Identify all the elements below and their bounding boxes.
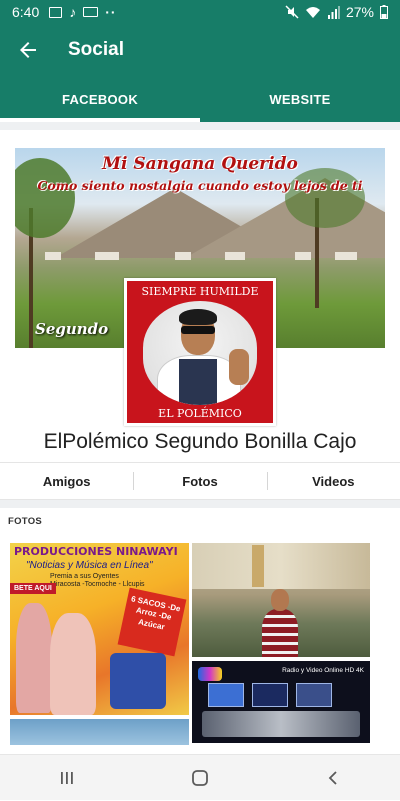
section-fotos[interactable]: Fotos (133, 471, 266, 490)
profile-picture-bottom-text: EL POLÉMICO (158, 407, 242, 420)
profile-picture-top-text: SIEMPRE HUMILDE (141, 285, 259, 298)
system-icons: 27% (285, 4, 388, 20)
profile-portrait (143, 301, 257, 405)
chevron-back-icon (329, 770, 337, 785)
wifi-icon (305, 6, 320, 18)
image-icon (49, 6, 63, 18)
system-navigation-bar (0, 754, 400, 800)
tab-website[interactable]: WEBSITE (200, 76, 400, 122)
photo-title-text: PRODUCCIONES NINAWAYI (14, 545, 178, 558)
studio-desk (202, 711, 360, 737)
person-figure (16, 603, 52, 713)
signal-icon (327, 5, 340, 19)
page-title: Social (68, 39, 124, 60)
person-figure (262, 589, 298, 657)
photo-tag-text: BETE AQUI (10, 583, 56, 594)
section-amigos[interactable]: Amigos (0, 474, 133, 489)
tree (285, 168, 365, 228)
photo-line-text: Premia a sus Oyentes (50, 573, 119, 580)
status-time: 6:40 (12, 4, 40, 20)
logo-icon (198, 667, 222, 681)
home-icon (192, 769, 208, 786)
photo-thumbnail[interactable] (192, 543, 370, 657)
battery-percent: 27% (345, 4, 374, 20)
back-button[interactable] (0, 24, 56, 76)
battery-icon (380, 5, 388, 19)
overflow-dots-icon: ·· (105, 4, 117, 20)
music-icon: ♪ (69, 4, 77, 20)
profile-sections: Amigos Fotos Videos (0, 462, 400, 500)
webview-content[interactable]: Mi Sangana Querido Como siento nostalgia… (0, 122, 400, 754)
profile-picture[interactable]: SIEMPRE HUMILDE EL POLÉMICO (124, 278, 276, 426)
photo-subtitle-text: "Noticias y Música en Línea" (26, 560, 153, 571)
photo-thumbnail[interactable] (10, 719, 189, 745)
back-nav-button[interactable] (293, 755, 373, 801)
photos-section: FOTOS PRODUCCIONES NINAWAYI "Noticias y … (0, 508, 400, 754)
mute-icon (285, 5, 299, 19)
home-button[interactable] (160, 755, 240, 801)
app-bar: Social (0, 24, 400, 76)
photo-thumbnail[interactable]: PRODUCCIONES NINAWAYI "Noticias y Música… (10, 543, 189, 715)
profile-card: Mi Sangana Querido Como siento nostalgia… (0, 122, 400, 462)
section-label-photos: FOTOS (8, 516, 43, 527)
photo-thumbnail[interactable]: Radio y Video Online HD 4K (192, 661, 370, 743)
photo-label-text: Radio y Video Online HD 4K (282, 667, 364, 674)
cover-subtitle: Como siento nostalgia cuando estoy lejos… (37, 178, 363, 193)
tab-facebook[interactable]: FACEBOOK (0, 76, 200, 122)
cover-badge-text: Segundo (35, 320, 109, 338)
status-bar: 6:40 ♪ ·· 27% (0, 0, 400, 24)
recent-apps-button[interactable] (27, 755, 107, 801)
photo-grid: PRODUCCIONES NINAWAYI "Noticias y Música… (0, 543, 400, 754)
village (35, 252, 375, 266)
recent-apps-icon (60, 771, 73, 784)
person-figure (50, 613, 96, 715)
notification-icons: ♪ ·· (49, 4, 116, 20)
photo-badge-text: 6 SACOS -De Arroz -De Azúcar (117, 587, 187, 657)
profile-name: ElPolémico Segundo Bonilla Cajo (43, 430, 357, 453)
section-videos[interactable]: Videos (266, 471, 400, 490)
cover-title: Mi Sangana Querido (102, 154, 298, 174)
laptop-icon (83, 7, 99, 17)
product-box (110, 653, 166, 709)
arrow-back-icon (20, 42, 36, 58)
tab-bar: FACEBOOK WEBSITE (0, 76, 400, 122)
